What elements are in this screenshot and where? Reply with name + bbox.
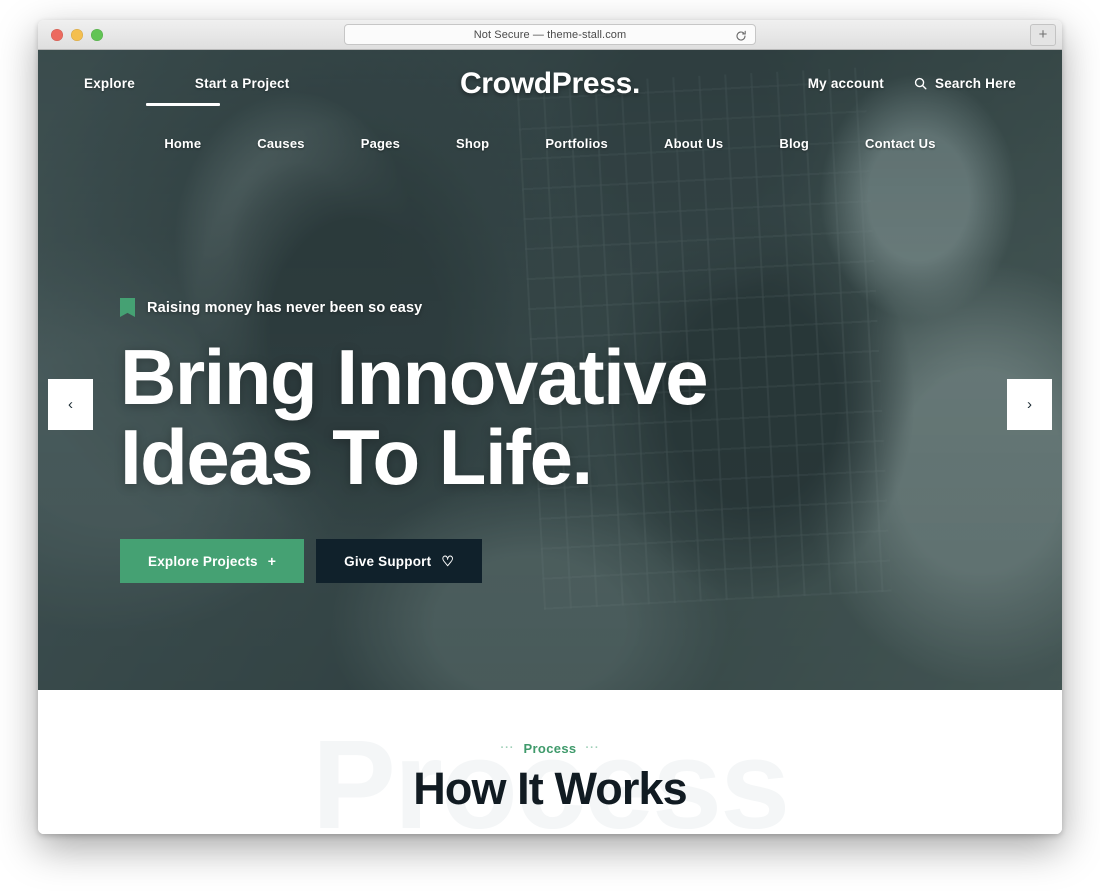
topbar-link-start-a-project[interactable]: Start a Project xyxy=(195,76,290,91)
section-eyebrow-text: Process xyxy=(523,740,577,756)
give-support-button[interactable]: Give Support ♡ xyxy=(316,539,483,583)
hero-content: Raising money has never been so easy Bri… xyxy=(120,298,709,583)
address-bar[interactable]: Not Secure — theme-stall.com xyxy=(344,24,756,45)
address-bar-text: Not Secure — theme-stall.com xyxy=(473,28,627,41)
nav-item-home[interactable]: Home xyxy=(136,136,229,151)
new-tab-button[interactable]: + xyxy=(1030,24,1056,46)
heart-icon: ♡ xyxy=(441,553,455,569)
zoom-window-button[interactable] xyxy=(91,28,103,41)
nav-item-causes[interactable]: Causes xyxy=(229,136,332,151)
section-eyebrow-label: ··· Process ··· xyxy=(500,741,599,756)
explore-projects-button[interactable]: Explore Projects + xyxy=(120,539,305,583)
hero-eyebrow-text: Raising money has never been so easy xyxy=(147,299,423,316)
eyebrow-left-dots: ··· xyxy=(500,742,515,754)
process-heading-block: ··· Process ··· How It Works xyxy=(38,690,1062,814)
slider-next-button[interactable]: › xyxy=(1007,379,1052,430)
nav-item-contact-us[interactable]: Contact Us xyxy=(837,136,964,151)
close-window-button[interactable] xyxy=(51,28,63,41)
search-label: Search Here xyxy=(935,76,1016,91)
nav-item-pages[interactable]: Pages xyxy=(333,136,428,151)
browser-titlebar: Not Secure — theme-stall.com + xyxy=(38,20,1062,50)
reload-icon[interactable] xyxy=(735,29,747,41)
browser-window: Not Secure — theme-stall.com + Explore S… xyxy=(38,20,1062,834)
section-title: How It Works xyxy=(413,763,687,814)
explore-projects-label: Explore Projects xyxy=(148,553,258,569)
topbar-left-links: Explore Start a Project xyxy=(84,76,289,91)
hero-slider: Explore Start a Project CrowdPress. My a… xyxy=(38,50,1062,690)
hero-buttons: Explore Projects + Give Support ♡ xyxy=(120,539,707,583)
nav-item-shop[interactable]: Shop xyxy=(428,136,517,151)
nav-item-about-us[interactable]: About Us xyxy=(636,136,751,151)
topbar-link-my-account[interactable]: My account xyxy=(808,76,884,91)
page-viewport: Explore Start a Project CrowdPress. My a… xyxy=(38,50,1062,834)
process-section: Process ··· Process ··· How It Works xyxy=(38,690,1062,834)
search-trigger[interactable]: Search Here xyxy=(914,76,1016,91)
bookmark-icon xyxy=(120,298,135,317)
eyebrow-right-dots: ··· xyxy=(585,742,600,754)
chevron-left-icon: ‹ xyxy=(68,396,73,413)
plus-icon: + xyxy=(267,553,277,569)
search-icon xyxy=(914,77,927,90)
hero-eyebrow: Raising money has never been so easy xyxy=(120,298,707,317)
topbar-link-explore[interactable]: Explore xyxy=(84,76,135,91)
nav-item-portfolios[interactable]: Portfolios xyxy=(517,136,636,151)
hero-title-line-2: Ideas To Life. xyxy=(120,413,593,501)
site-topbar: Explore Start a Project CrowdPress. My a… xyxy=(38,50,1062,117)
minimize-window-button[interactable] xyxy=(71,28,83,41)
chevron-right-icon: › xyxy=(1027,396,1032,413)
site-logo[interactable]: CrowdPress. xyxy=(460,67,640,101)
topbar-right-links: My account Search Here xyxy=(808,76,1016,91)
nav-item-blog[interactable]: Blog xyxy=(751,136,837,151)
window-traffic-lights xyxy=(38,28,103,41)
hero-title-line-1: Bring Innovative xyxy=(120,333,709,421)
give-support-label: Give Support xyxy=(344,553,432,569)
slider-prev-button[interactable]: ‹ xyxy=(48,379,93,430)
hero-title: Bring Innovative Ideas To Life. xyxy=(120,333,709,501)
main-navigation: Home Causes Pages Shop Portfolios About … xyxy=(38,117,1062,170)
